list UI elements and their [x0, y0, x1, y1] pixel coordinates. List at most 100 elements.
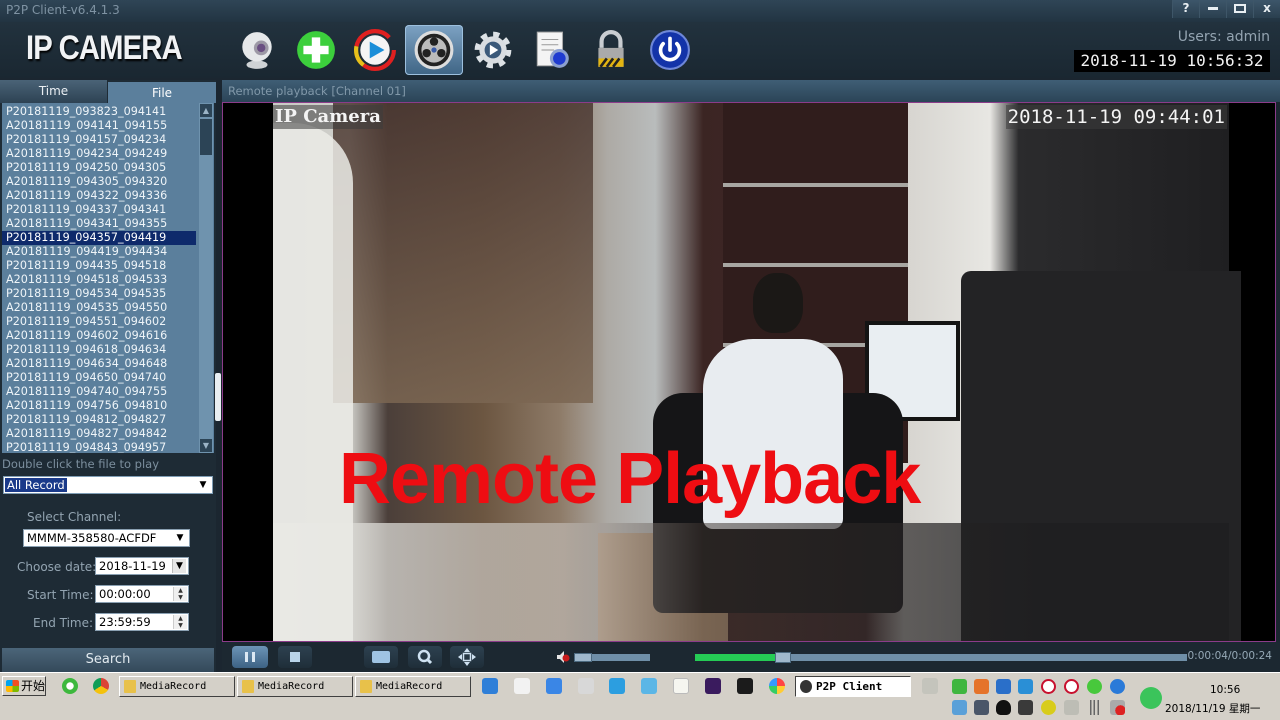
scroll-up-icon[interactable]: ▲: [200, 104, 212, 117]
maximize-button[interactable]: [1226, 0, 1253, 18]
file-list-item[interactable]: P20181119_094534_094535: [2, 287, 196, 301]
power-plug-icon[interactable]: [1064, 700, 1079, 715]
seek-bar[interactable]: [695, 652, 1187, 663]
start-time-input[interactable]: 00:00:00 ▲ ▼: [95, 585, 189, 603]
move-arrows-icon: [458, 648, 476, 666]
tray-icon[interactable]: [1041, 700, 1056, 715]
log-button[interactable]: [523, 25, 581, 75]
taskbar-item[interactable]: MediaRecord: [355, 676, 471, 697]
wechat-icon[interactable]: [1087, 679, 1102, 694]
file-list-item[interactable]: A20181119_094740_094755: [2, 385, 196, 399]
stop-button[interactable]: [278, 646, 312, 668]
record-type-select[interactable]: All Record ▼: [3, 476, 213, 494]
chrome-icon[interactable]: [93, 678, 109, 694]
volume-muted-icon[interactable]: [1110, 700, 1125, 715]
file-list-item[interactable]: P20181119_093823_094141: [2, 105, 196, 119]
tray-icon[interactable]: [952, 679, 967, 694]
file-items: P20181119_093823_094141 A20181119_094141_…: [2, 105, 196, 453]
file-list-item[interactable]: A20181119_094827_094842: [2, 427, 196, 441]
file-list-item[interactable]: P20181119_094357_094419: [2, 231, 196, 245]
help-button[interactable]: ?: [1172, 0, 1199, 18]
ptz-button[interactable]: [450, 646, 484, 668]
camera-app-icon[interactable]: [578, 678, 594, 694]
add-device-button[interactable]: [287, 25, 345, 75]
ok-app-icon[interactable]: [737, 678, 753, 694]
tab-time[interactable]: Time: [0, 80, 107, 103]
scroll-down-icon[interactable]: ▼: [200, 439, 212, 452]
file-list-item[interactable]: P20181119_094618_094634: [2, 343, 196, 357]
lock-button[interactable]: [582, 25, 640, 75]
document-app-icon[interactable]: [673, 678, 689, 694]
minimize-button[interactable]: [1199, 0, 1226, 18]
ie-browser-icon[interactable]: [62, 678, 78, 694]
file-list-item[interactable]: P20181119_094650_094740: [2, 371, 196, 385]
file-list-item[interactable]: P20181119_094551_094602: [2, 315, 196, 329]
channel-select[interactable]: MMMM-358580-ACFDF ▼: [23, 529, 190, 547]
bank-icon[interactable]: [1041, 679, 1056, 694]
calendar-app-icon[interactable]: [641, 678, 657, 694]
file-list-item[interactable]: A20181119_094419_094434: [2, 245, 196, 259]
file-list-item[interactable]: A20181119_094602_094616: [2, 329, 196, 343]
keyboard-icon[interactable]: [922, 678, 938, 694]
pause-button[interactable]: [232, 646, 268, 668]
playback-button[interactable]: [346, 25, 404, 75]
file-list-item[interactable]: A20181119_094518_094533: [2, 273, 196, 287]
close-button[interactable]: x: [1253, 0, 1280, 18]
start-button[interactable]: 开始: [2, 676, 46, 696]
end-time-input[interactable]: 23:59:59 ▲ ▼: [95, 613, 189, 631]
file-list-item[interactable]: P20181119_094812_094827: [2, 413, 196, 427]
seek-knob[interactable]: [775, 652, 792, 663]
date-picker[interactable]: 2018-11-19 ▼: [95, 557, 189, 575]
remote-playback-button[interactable]: [405, 25, 463, 75]
settings-button[interactable]: [464, 25, 522, 75]
volume-slider[interactable]: [574, 653, 650, 662]
tray-icon[interactable]: [974, 679, 989, 694]
file-list-item[interactable]: P20181119_094843_094957: [2, 441, 196, 453]
kugou-icon[interactable]: [482, 678, 498, 694]
spinner-icon[interactable]: ▲ ▼: [173, 587, 187, 601]
video-viewport[interactable]: IP Camera 2018-11-19 09:44:01 Remote Pla…: [222, 102, 1276, 642]
search-button[interactable]: Search: [2, 648, 214, 672]
spinner-icon[interactable]: ▲ ▼: [173, 615, 187, 629]
live-view-button[interactable]: [228, 25, 286, 75]
tray-icon[interactable]: [996, 679, 1011, 694]
file-list-item[interactable]: A20181119_094634_094648: [2, 357, 196, 371]
tray-icon[interactable]: [974, 700, 989, 715]
qq-icon[interactable]: [996, 700, 1011, 715]
taskbar-item[interactable]: MediaRecord: [237, 676, 353, 697]
list-app-icon[interactable]: [609, 678, 625, 694]
tray-icon[interactable]: [952, 700, 967, 715]
speaker-muted-icon[interactable]: [556, 650, 570, 664]
exit-button[interactable]: [641, 25, 699, 75]
taskbar-item[interactable]: P2P Client: [795, 676, 911, 697]
file-list-item[interactable]: A20181119_094535_094550: [2, 301, 196, 315]
taskbar-item[interactable]: MediaRecord: [119, 676, 235, 697]
scroll-thumb[interactable]: [200, 119, 212, 155]
file-list-item[interactable]: A20181119_094141_094155: [2, 119, 196, 133]
green-app-icon[interactable]: [1140, 687, 1162, 709]
network-signal-icon[interactable]: [1087, 700, 1102, 715]
file-list-item[interactable]: A20181119_094305_094320: [2, 175, 196, 189]
feather-app-icon[interactable]: [546, 678, 562, 694]
file-list-scrollbar[interactable]: ▲ ▼: [199, 103, 213, 453]
snapshot-button[interactable]: [364, 646, 398, 668]
tab-file[interactable]: File: [108, 82, 216, 103]
zoom-button[interactable]: [408, 646, 442, 668]
file-list-item[interactable]: P20181119_094250_094305: [2, 161, 196, 175]
premiere-icon[interactable]: [705, 678, 721, 694]
file-list-item[interactable]: P20181119_094435_094518: [2, 259, 196, 273]
file-list-item[interactable]: P20181119_094157_094234: [2, 133, 196, 147]
baidu-cloud-icon[interactable]: [514, 678, 530, 694]
tray-icon[interactable]: [1018, 679, 1033, 694]
file-list-item[interactable]: A20181119_094341_094355: [2, 217, 196, 231]
file-list-item[interactable]: A20181119_094322_094336: [2, 189, 196, 203]
file-list-item[interactable]: A20181119_094756_094810: [2, 399, 196, 413]
file-list-item[interactable]: P20181119_094337_094341: [2, 203, 196, 217]
panel-collapse-handle[interactable]: [215, 373, 221, 421]
file-list-item[interactable]: A20181119_094234_094249: [2, 147, 196, 161]
bank-icon[interactable]: [1064, 679, 1079, 694]
tray-icon[interactable]: [1018, 700, 1033, 715]
color-app-icon[interactable]: [769, 678, 785, 694]
kugou-tray-icon[interactable]: [1110, 679, 1125, 694]
volume-knob[interactable]: [574, 653, 592, 662]
